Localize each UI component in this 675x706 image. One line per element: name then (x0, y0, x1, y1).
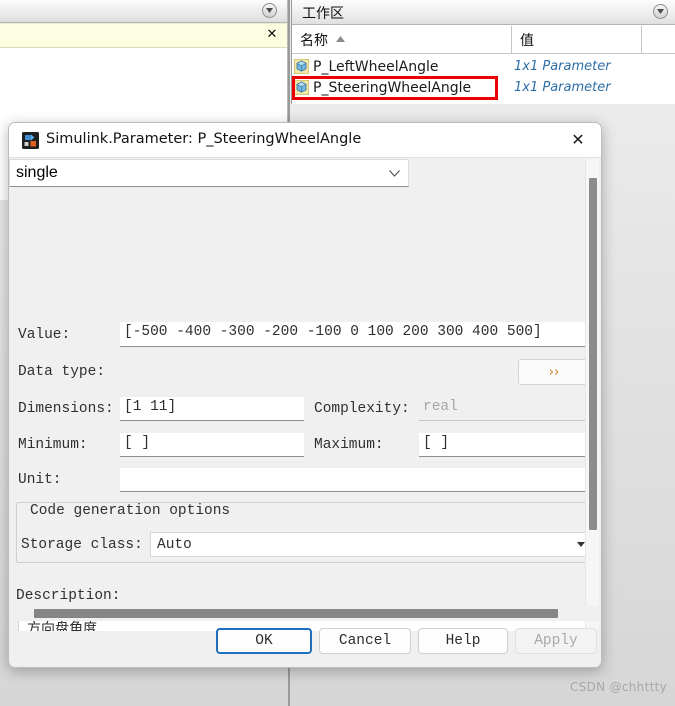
dialog-horizontal-scrollbar[interactable] (11, 606, 599, 621)
triangle-down-icon (577, 540, 585, 550)
data-type-label: Data type: (18, 364, 106, 380)
dimensions-input[interactable]: [1 11] (120, 397, 304, 421)
watermark: CSDN @chhttty (570, 680, 667, 694)
close-icon[interactable]: ✕ (569, 131, 587, 149)
data-type-assistant-button[interactable]: ›› (518, 359, 589, 385)
code-generation-options-label: Code generation options (25, 503, 236, 519)
minimum-input[interactable]: [ ] (120, 433, 304, 457)
description-label: Description: (16, 588, 121, 604)
help-button[interactable]: Help (418, 628, 508, 654)
data-type-value: single (16, 164, 58, 181)
data-type-select[interactable]: single (9, 159, 409, 187)
column-header-name-label: 名称 (300, 33, 328, 49)
chevron-down-icon (389, 164, 400, 182)
dialog-vertical-scrollbar[interactable] (585, 159, 599, 631)
storage-class-select[interactable]: Auto (150, 532, 589, 557)
complexity-value[interactable]: real (419, 397, 589, 421)
parameter-cube-icon (294, 59, 309, 74)
storage-class-label: Storage class: (21, 537, 143, 553)
dialog-button-bar: OK Cancel Help Apply (9, 622, 601, 667)
workspace-titlebar: 工作区 (292, 0, 675, 25)
parameter-cube-icon (294, 80, 309, 95)
storage-class-value: Auto (157, 536, 192, 553)
parameter-dialog: Simulink.Parameter: P_SteeringWheelAngle… (8, 122, 602, 668)
dialog-titlebar[interactable]: Simulink.Parameter: P_SteeringWheelAngle… (9, 123, 601, 158)
chevron-down-circle-icon[interactable] (653, 4, 668, 19)
column-header-name[interactable]: 名称 (292, 26, 512, 53)
value-input[interactable]: [-500 -400 -300 -200 -100 0 100 200 300 … (120, 322, 589, 347)
left-panel-titlebar (0, 0, 287, 23)
unit-label: Unit: (18, 472, 62, 488)
ok-button[interactable]: OK (216, 628, 312, 654)
dimensions-label: Dimensions: (18, 401, 114, 417)
sort-ascending-icon (336, 30, 346, 46)
workspace-row-name-label: P_SteeringWheelAngle (313, 79, 472, 96)
dialog-title: Simulink.Parameter: P_SteeringWheelAngle (46, 131, 362, 147)
workspace-panel: 工作区 名称 值 P_LeftWheelAngle 1x1 Parameter … (291, 0, 675, 104)
workspace-row-value: 1x1 Parameter (514, 59, 611, 74)
complexity-label: Complexity: (314, 401, 410, 417)
column-header-extra[interactable] (642, 26, 675, 53)
workspace-row-value: 1x1 Parameter (514, 80, 611, 95)
horizontal-scrollbar-thumb[interactable] (34, 609, 558, 618)
unit-input[interactable] (120, 468, 589, 492)
workspace-row-name: P_LeftWheelAngle (294, 56, 438, 77)
maximum-input[interactable]: [ ] (419, 433, 589, 457)
chevron-down-circle-icon[interactable] (262, 3, 277, 18)
workspace-row-name: P_SteeringWheelAngle (294, 77, 471, 98)
minimum-label: Minimum: (18, 437, 88, 453)
close-icon[interactable]: ✕ (265, 28, 279, 42)
table-row[interactable]: P_LeftWheelAngle 1x1 Parameter (292, 56, 675, 77)
value-label: Value: (18, 327, 71, 343)
table-row[interactable]: P_SteeringWheelAngle 1x1 Parameter (292, 77, 675, 98)
column-header-value[interactable]: 值 (512, 26, 642, 53)
dialog-content: Value: [-500 -400 -300 -200 -100 0 100 2… (9, 159, 589, 631)
workspace-column-headers: 名称 值 (292, 26, 675, 54)
workspace-title: 工作区 (302, 6, 344, 22)
simulink-parameter-icon (22, 132, 39, 149)
notification-bar: ✕ (0, 23, 287, 48)
column-header-value-label: 值 (520, 33, 534, 49)
maximum-label: Maximum: (314, 437, 384, 453)
apply-button: Apply (515, 628, 597, 654)
cancel-button[interactable]: Cancel (319, 628, 411, 654)
vertical-scrollbar-thumb[interactable] (589, 178, 597, 530)
workspace-row-name-label: P_LeftWheelAngle (313, 58, 439, 75)
